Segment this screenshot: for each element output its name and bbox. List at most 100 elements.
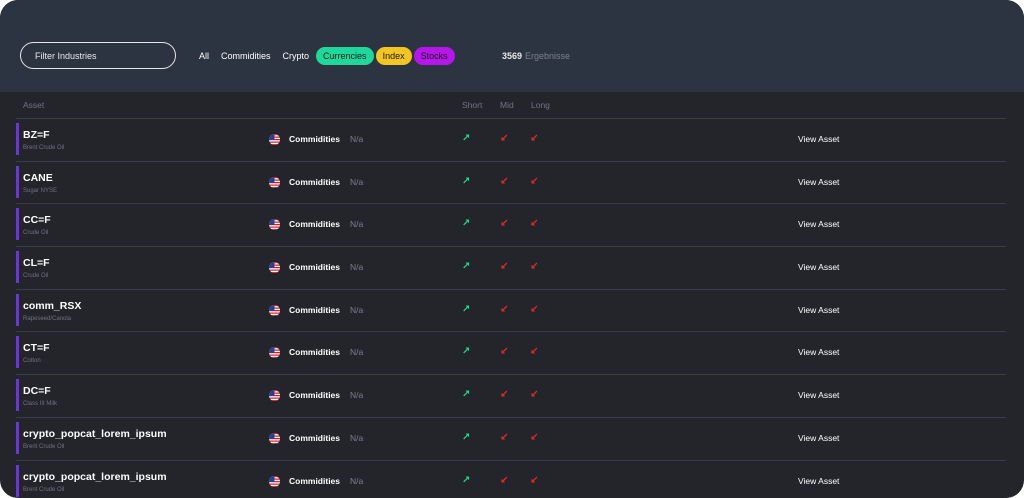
long-trend-down-left-arrow-icon: ↙ <box>530 218 539 230</box>
asset-category: Commidities <box>289 262 341 273</box>
filter-industries-input[interactable] <box>20 42 176 69</box>
short-trend-up-right-arrow-icon: ↗ <box>462 261 471 273</box>
column-header-long: Long <box>531 100 550 110</box>
table-row: BZ=F Brent Crude Oil Commidities N/a ↗ ↙… <box>16 119 1006 162</box>
asset-category: Commidities <box>289 176 341 187</box>
mid-trend-down-left-arrow-icon: ↙ <box>500 346 509 358</box>
table-row: CANE Sugar NYSE Commidities N/a ↗ ↙ ↙ Vi… <box>16 162 1006 205</box>
asset-description: Brent Crude Oil <box>23 486 65 493</box>
us-flag-icon <box>269 347 280 359</box>
asset-symbol: CT=F <box>23 342 50 355</box>
filter-bar: All Commidities Crypto Currencies Index … <box>0 0 1024 92</box>
tab-commidities[interactable]: Commidities <box>216 47 276 65</box>
long-trend-down-left-arrow-icon: ↙ <box>530 133 539 144</box>
asset-symbol: crypto_popcat_lorem_ipsum <box>23 470 167 483</box>
us-flag-icon <box>269 262 280 274</box>
mid-trend-down-left-arrow-icon: ↙ <box>500 133 509 144</box>
asset-na-value: N/a <box>350 304 364 315</box>
long-trend-down-left-arrow-icon: ↙ <box>530 261 539 273</box>
view-asset-link[interactable]: View Asset <box>798 433 839 443</box>
view-asset-link[interactable]: View Asset <box>798 262 839 272</box>
mid-trend-down-left-arrow-icon: ↙ <box>500 261 509 273</box>
row-accent-bar <box>16 293 19 326</box>
tab-crypto[interactable]: Crypto <box>278 47 315 65</box>
view-asset-link[interactable]: View Asset <box>798 219 839 229</box>
asset-na-value: N/a <box>350 219 364 230</box>
long-trend-down-left-arrow-icon: ↙ <box>530 389 539 401</box>
asset-symbol: CC=F <box>23 214 51 227</box>
asset-na-value: N/a <box>350 176 364 187</box>
asset-category: Commidities <box>289 347 341 358</box>
long-trend-down-left-arrow-icon: ↙ <box>530 303 539 315</box>
mid-trend-down-left-arrow-icon: ↙ <box>500 389 509 401</box>
tab-all[interactable]: All <box>194 47 214 65</box>
short-trend-up-right-arrow-icon: ↗ <box>462 389 471 401</box>
short-trend-up-right-arrow-icon: ↗ <box>462 346 471 358</box>
asset-category: Commidities <box>289 390 341 401</box>
asset-symbol: CANE <box>23 171 53 184</box>
results-count: 3569 Ergebnisse <box>502 51 570 61</box>
asset-category: Commidities <box>289 432 341 443</box>
row-accent-bar <box>16 421 19 454</box>
asset-symbol: comm_RSX <box>23 299 82 312</box>
tab-stocks[interactable]: Stocks <box>413 47 455 65</box>
short-trend-up-right-arrow-icon: ↗ <box>462 218 471 230</box>
mid-trend-down-left-arrow-icon: ↙ <box>500 303 509 315</box>
row-accent-bar <box>16 336 19 369</box>
view-asset-link[interactable]: View Asset <box>798 390 839 400</box>
view-asset-link[interactable]: View Asset <box>798 305 839 315</box>
asset-na-value: N/a <box>350 432 364 443</box>
mid-trend-down-left-arrow-icon: ↙ <box>500 431 509 443</box>
mid-trend-down-left-arrow-icon: ↙ <box>500 474 509 486</box>
table-row: DC=F Class III Milk Commidities N/a ↗ ↙ … <box>16 375 1006 418</box>
row-accent-bar <box>16 123 19 155</box>
view-asset-link[interactable]: View Asset <box>798 476 839 486</box>
row-accent-bar <box>16 251 19 284</box>
table-row: CC=F Crude Oil Commidities N/a ↗ ↙ ↙ Vie… <box>16 204 1006 248</box>
asset-na-value: N/a <box>350 262 364 273</box>
column-header-asset: Asset <box>23 100 45 110</box>
us-flag-icon <box>269 475 280 487</box>
asset-symbol: CL=F <box>23 257 50 270</box>
asset-table: BZ=F Brent Crude Oil Commidities N/a ↗ ↙… <box>16 119 1006 498</box>
category-tabs: All Commidities Crypto Currencies Index … <box>194 47 457 65</box>
row-accent-bar <box>16 379 19 412</box>
short-trend-up-right-arrow-icon: ↗ <box>462 431 471 443</box>
table-row: crypto_popcat_lorem_ipsum Brent Crude Oi… <box>16 461 1006 498</box>
asset-category: Commidities <box>289 134 341 144</box>
mid-trend-down-left-arrow-icon: ↙ <box>500 175 509 187</box>
mid-trend-down-left-arrow-icon: ↙ <box>500 218 509 230</box>
asset-description: Crude Oil <box>23 230 49 237</box>
short-trend-up-right-arrow-icon: ↗ <box>462 175 471 187</box>
tab-index[interactable]: Index <box>375 47 412 65</box>
row-accent-bar <box>16 165 19 198</box>
app-frame: All Commidities Crypto Currencies Index … <box>0 0 1024 498</box>
asset-description: Brent Crude Oil <box>23 443 65 450</box>
short-trend-up-right-arrow-icon: ↗ <box>462 303 471 315</box>
tab-currencies[interactable]: Currencies <box>316 47 374 65</box>
us-flag-icon <box>269 134 280 145</box>
table-row: crypto_popcat_lorem_ipsum Brent Crude Oi… <box>16 418 1006 461</box>
asset-na-value: N/a <box>350 390 364 401</box>
column-header-mid: Mid <box>500 100 514 110</box>
asset-symbol: BZ=F <box>23 129 50 141</box>
long-trend-down-left-arrow-icon: ↙ <box>530 431 539 443</box>
results-number: 3569 <box>502 51 523 61</box>
asset-symbol: crypto_popcat_lorem_ipsum <box>23 427 167 440</box>
long-trend-down-left-arrow-icon: ↙ <box>530 346 539 358</box>
asset-na-value: N/a <box>350 475 364 486</box>
long-trend-down-left-arrow-icon: ↙ <box>530 175 539 187</box>
asset-na-value: N/a <box>350 347 364 358</box>
view-asset-link[interactable]: View Asset <box>798 347 839 357</box>
view-asset-link[interactable]: View Asset <box>798 134 839 144</box>
table-row: comm_RSX Rapeseed/Canola Commidities N/a… <box>16 290 1006 333</box>
asset-category: Commidities <box>289 304 341 315</box>
asset-na-value: N/a <box>350 134 364 144</box>
table-row: CL=F Crude Oil Commidities N/a ↗ ↙ ↙ Vie… <box>16 247 1006 290</box>
long-trend-down-left-arrow-icon: ↙ <box>530 474 539 486</box>
view-asset-link[interactable]: View Asset <box>798 177 839 187</box>
us-flag-icon <box>269 219 280 231</box>
asset-description: Sugar NYSE <box>23 187 58 194</box>
short-trend-up-right-arrow-icon: ↗ <box>462 474 471 486</box>
us-flag-icon <box>269 304 280 316</box>
